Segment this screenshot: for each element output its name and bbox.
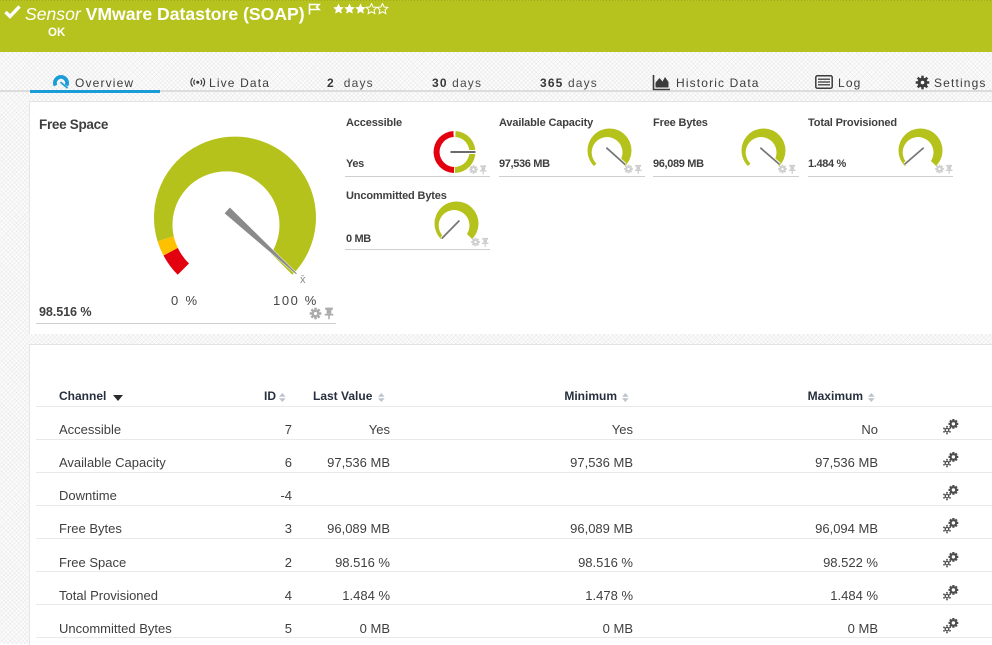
svg-text:x̄: x̄ xyxy=(300,274,306,286)
